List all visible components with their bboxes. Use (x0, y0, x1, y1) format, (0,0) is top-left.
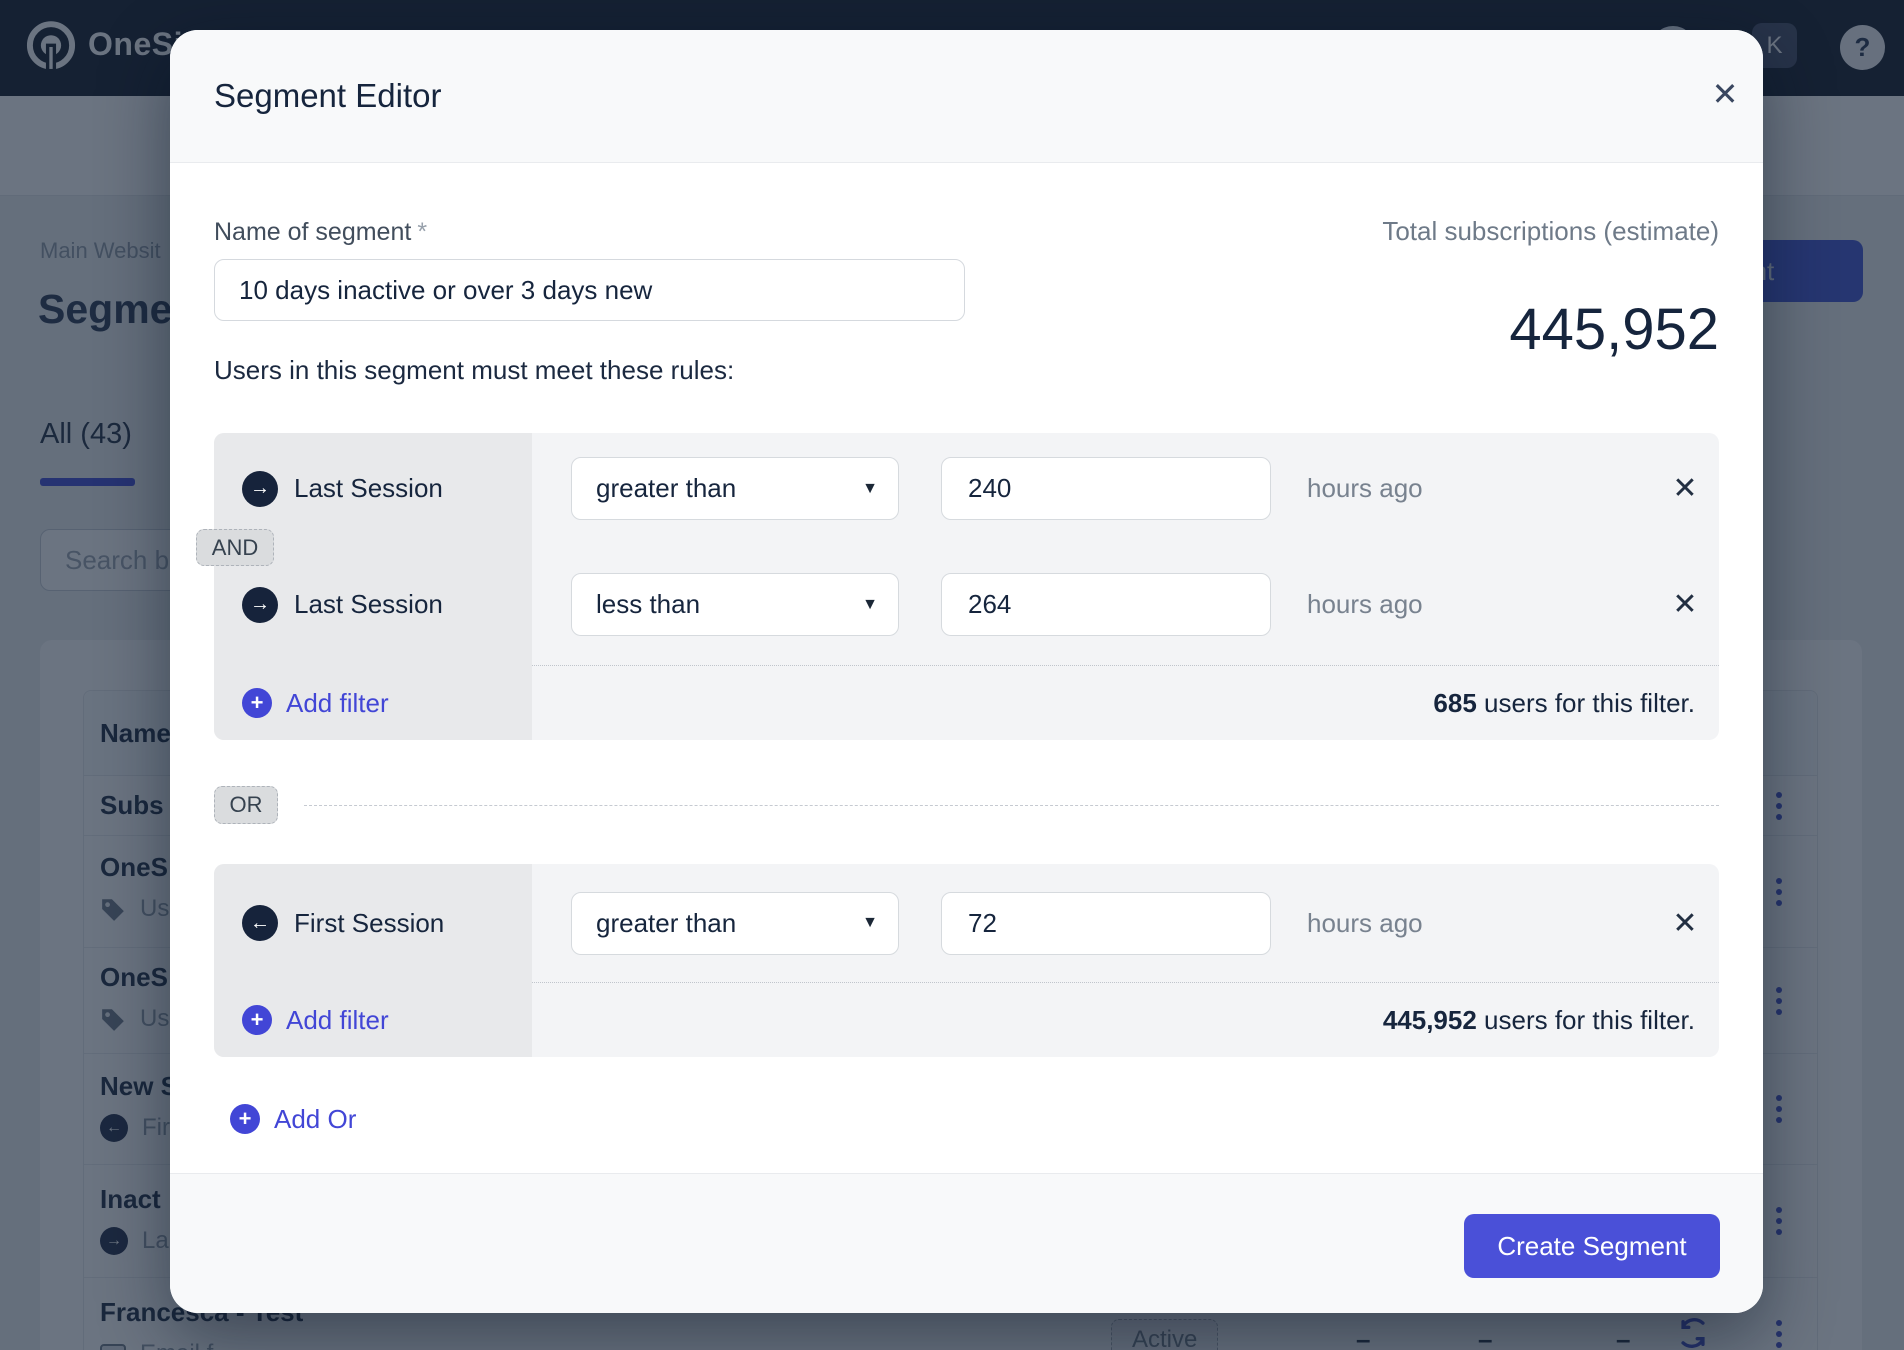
filter-unit-label: hours ago (1307, 908, 1423, 939)
filter-row: → Last Session less than ▼ hours ago ✕ (214, 544, 1719, 665)
filter-value-input[interactable] (941, 573, 1271, 636)
plus-circle-icon: + (242, 688, 272, 718)
or-badge: OR (214, 786, 278, 824)
filter-group-card: ← First Session greater than ▼ hours ago… (214, 864, 1719, 1057)
modal-body: Name of segment* Total subscriptions (es… (170, 216, 1763, 1156)
or-separator: OR (214, 786, 1719, 824)
filter-row: → Last Session greater than ▼ hours ago … (214, 433, 1719, 544)
remove-filter-icon[interactable]: ✕ (1661, 581, 1709, 629)
add-filter-row: + Add filter 685 users for this filter. (214, 666, 1719, 740)
segment-name-input[interactable] (214, 259, 965, 321)
total-subscriptions-label: Total subscriptions (estimate) (1382, 216, 1719, 247)
plus-circle-icon: + (242, 1005, 272, 1035)
plus-circle-icon: + (230, 1104, 260, 1134)
remove-filter-icon[interactable]: ✕ (1661, 465, 1709, 513)
remove-filter-icon[interactable]: ✕ (1661, 899, 1709, 947)
last-session-icon: → (242, 587, 278, 623)
rules-instruction-text: Users in this segment must meet these ru… (214, 355, 1719, 386)
first-session-icon: ← (242, 905, 278, 941)
modal-title: Segment Editor (214, 77, 441, 115)
add-filter-row: + Add filter 445,952 users for this filt… (214, 983, 1719, 1057)
filter-field: → Last Session (214, 433, 532, 544)
total-subscriptions-value: 445,952 (1509, 296, 1719, 363)
close-icon[interactable]: ✕ (1701, 70, 1749, 118)
chevron-down-icon: ▼ (862, 480, 878, 498)
filter-value-input[interactable] (941, 892, 1271, 955)
filter-unit-label: hours ago (1307, 589, 1423, 620)
segment-editor-modal: Segment Editor ✕ Name of segment* Total … (170, 30, 1763, 1313)
chevron-down-icon: ▼ (862, 914, 878, 932)
required-mark: * (417, 218, 427, 246)
last-session-icon: → (242, 471, 278, 507)
screen: OneSignal K ? Main Websit Segmen All (43… (0, 0, 1904, 1350)
filter-user-count: 445,952 users for this filter. (1383, 1005, 1719, 1036)
comparator-select[interactable]: less than ▼ (571, 573, 899, 636)
name-of-segment-label: Name of segment* (214, 218, 427, 247)
filter-row: ← First Session greater than ▼ hours ago… (214, 864, 1719, 982)
and-joiner-badge: AND (196, 529, 274, 566)
filter-group-card: AND → Last Session greater than ▼ hours … (214, 433, 1719, 740)
add-or-button[interactable]: + Add Or (214, 1104, 356, 1135)
add-or-row: + Add Or (214, 1082, 1719, 1156)
or-dashed-line (304, 805, 1719, 806)
add-filter-button[interactable]: + Add filter (214, 688, 389, 719)
filter-unit-label: hours ago (1307, 473, 1423, 504)
filter-value-input[interactable] (941, 457, 1271, 520)
add-filter-button[interactable]: + Add filter (214, 1005, 389, 1036)
filter-field: ← First Session (214, 864, 532, 982)
filter-user-count: 685 users for this filter. (1433, 688, 1719, 719)
comparator-select[interactable]: greater than ▼ (571, 457, 899, 520)
create-segment-button[interactable]: Create Segment (1464, 1214, 1720, 1278)
chevron-down-icon: ▼ (862, 596, 878, 614)
modal-header: Segment Editor (170, 30, 1763, 163)
comparator-select[interactable]: greater than ▼ (571, 892, 899, 955)
modal-footer: Create Segment (170, 1173, 1763, 1313)
